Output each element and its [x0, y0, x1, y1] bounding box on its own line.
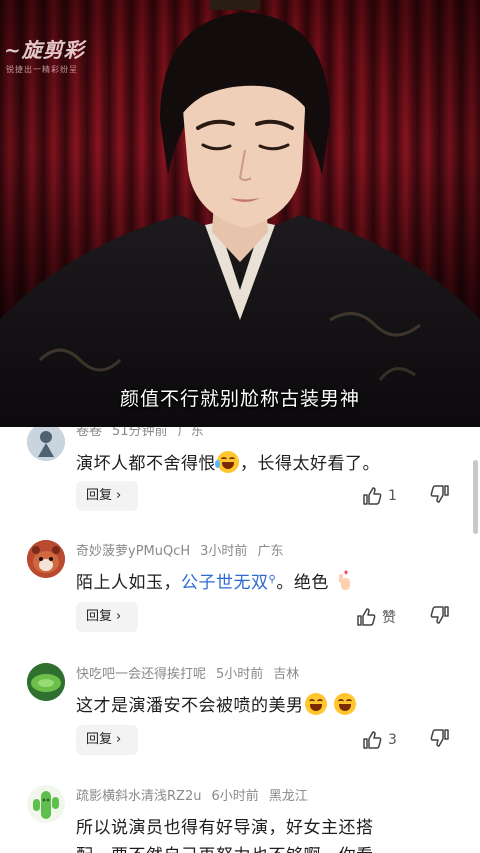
comment-text-part: 陌上人如玉，	[76, 573, 181, 593]
comment-text: 演坏人都不舍得恨 ，长得太好看了。	[76, 449, 380, 474]
comment-meta: 卷卷 51分钟前 广东	[76, 427, 214, 439]
grinning-emoji	[304, 693, 327, 715]
watermark-subtitle: 锐捷出一精彩纷呈	[6, 65, 78, 74]
comment-time: 3小时前	[200, 544, 248, 559]
avatar[interactable]	[27, 540, 65, 578]
comment-text-part: 。绝色	[276, 573, 329, 593]
thumbs-up-icon	[357, 608, 376, 626]
like-label: 赞	[382, 610, 396, 626]
comment-username[interactable]: 疏影横斜水清浅RZ2u	[76, 789, 201, 804]
comment-text-part: ，长得太好看了。	[240, 454, 380, 474]
lotus-leaf-avatar-icon	[27, 663, 65, 701]
comment-meta: 快吃吧一会还得挨打呢 5小时前 吉林	[76, 663, 309, 682]
comment-text-part: 演坏人都不舍得恨	[76, 454, 216, 474]
chevron-right-icon: ›	[116, 732, 122, 747]
comment-location: 广东	[177, 427, 204, 439]
like-count: 1	[388, 488, 397, 504]
search-link[interactable]: 公子世无双	[181, 573, 269, 593]
video-subtitle: 颜值不行就别尬称古装男神	[119, 388, 360, 410]
scrollbar[interactable]	[473, 460, 478, 534]
finger-heart-emoji	[338, 570, 350, 590]
avatar-figure-icon	[27, 427, 65, 461]
reply-label: 回复	[86, 732, 113, 747]
comment-text: 这才是演潘安不会被喷的美男	[76, 691, 357, 716]
thumbs-down-icon	[430, 729, 449, 747]
comment-text: 陌上人如玉，公子世无双⚲。绝色	[76, 568, 355, 593]
comment-meta: 奇妙菠萝yPMuQcH 3小时前 广东	[76, 540, 293, 559]
comment-meta: 疏影横斜水清浅RZ2u 6小时前 黑龙江	[76, 785, 318, 804]
reply-label: 回复	[86, 488, 113, 503]
reply-label: 回复	[86, 609, 113, 624]
thumbs-down-icon	[430, 606, 449, 624]
comment-username[interactable]: 快吃吧一会还得挨打呢	[76, 667, 206, 682]
grinning-emoji	[333, 693, 356, 715]
avatar[interactable]	[27, 663, 65, 701]
watermark-title: ~旋剪彩	[4, 38, 85, 62]
like-button[interactable]: 3	[362, 728, 397, 752]
avatar[interactable]	[27, 785, 65, 823]
laugh-cry-emoji	[215, 451, 239, 473]
video-player[interactable]: ~旋剪彩 锐捷出一精彩纷呈 颜值不行就别尬称古装男神	[0, 0, 480, 427]
comment-location: 吉林	[273, 667, 300, 682]
comment-list[interactable]: 卷卷 51分钟前 广东 演坏人都不舍得恨 ，长得太好看了。 回复 › 1 奇妙菠…	[0, 427, 480, 853]
dislike-button[interactable]	[430, 484, 450, 508]
comment-username[interactable]: 奇妙菠萝yPMuQcH	[76, 544, 190, 559]
chevron-right-icon: ›	[116, 488, 122, 503]
comment-time: 5小时前	[216, 667, 264, 682]
comment-text-line: 所以说演员也得有好导演，好女主还搭	[76, 818, 374, 838]
comment-text-line: 配，要不然自己再努力也不够啊，你看	[76, 841, 374, 853]
red-panda-avatar-icon	[27, 540, 65, 578]
thumbs-down-icon	[430, 485, 449, 503]
dislike-button[interactable]	[430, 728, 450, 752]
comment-text-part: 这才是演潘安不会被喷的美男	[76, 696, 304, 716]
dislike-button[interactable]	[430, 605, 450, 629]
like-count: 3	[388, 732, 397, 748]
thumbs-up-icon	[363, 731, 382, 749]
thumbs-up-icon	[363, 487, 382, 505]
reply-button[interactable]: 回复 ›	[76, 725, 138, 755]
comment-location: 黑龙江	[268, 789, 308, 804]
comment-time: 51分钟前	[112, 427, 168, 439]
comment-location: 广东	[257, 544, 284, 559]
reply-button[interactable]: 回复 ›	[76, 481, 138, 511]
cactus-avatar-icon	[27, 785, 65, 823]
reply-button[interactable]: 回复 ›	[76, 602, 138, 632]
comment-time: 6小时前	[211, 789, 259, 804]
like-button[interactable]: 赞	[356, 605, 396, 629]
like-button[interactable]: 1	[362, 484, 397, 508]
avatar[interactable]	[27, 427, 65, 461]
chevron-right-icon: ›	[116, 609, 122, 624]
comment-username[interactable]: 卷卷	[76, 427, 102, 439]
